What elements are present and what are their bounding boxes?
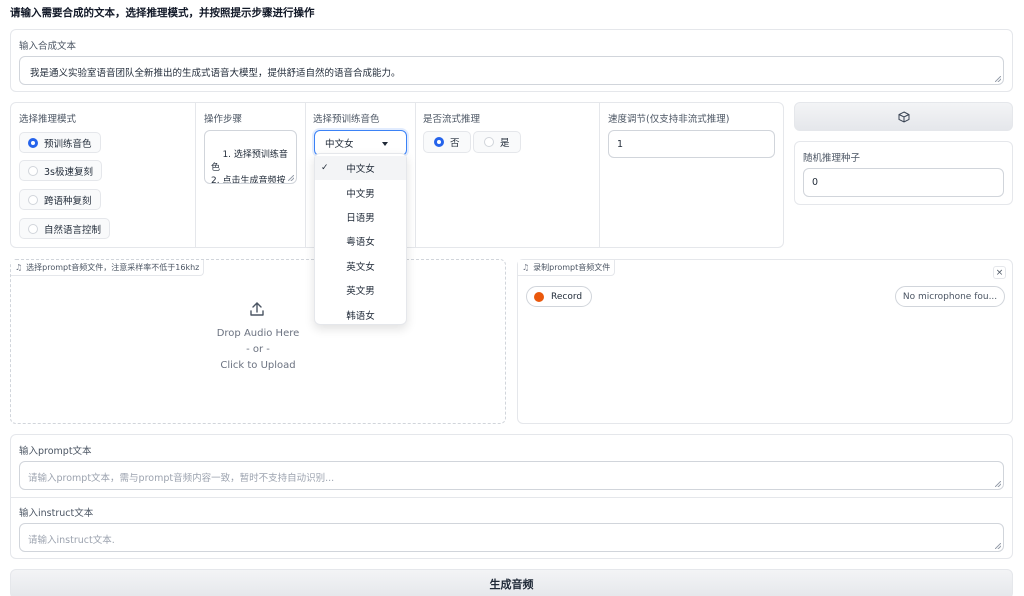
close-button[interactable]: ×: [993, 266, 1006, 279]
voice-option[interactable]: 日语男: [315, 205, 406, 229]
stream-label: 是否流式推理: [423, 114, 481, 125]
mode-option-3s-clone[interactable]: 3s极速复刻: [19, 160, 102, 181]
voice-option[interactable]: 韩语女: [315, 302, 406, 326]
generate-audio-label: 生成音频: [489, 578, 534, 591]
mode-option-cross-lingual[interactable]: 跨语种复刻: [19, 189, 101, 210]
voice-dropdown-menu: ✓ 中文女 中文男 日语男 粤语女 英文女 英文男 韩语女: [314, 153, 407, 325]
stream-option-yes[interactable]: 是: [473, 131, 521, 153]
voice-option[interactable]: 粤语女: [315, 229, 406, 253]
voice-option[interactable]: 英文女: [315, 254, 406, 278]
or-text: - or -: [246, 344, 270, 355]
record-audio-tag: ♫ 录制prompt音频文件: [518, 260, 616, 276]
check-icon: ✓: [321, 163, 329, 174]
seed-value: 0: [812, 177, 819, 188]
steps-textbox: 1. 选择预训练音色 2. 点击生成音频按钮: [204, 130, 297, 184]
resize-handle-icon[interactable]: [995, 76, 1001, 82]
radio-icon: [28, 223, 38, 234]
seed-label: 随机推理种子: [803, 153, 861, 164]
upload-audio-panel[interactable]: ♫ 选择prompt音频文件，注意采样率不低于16khz Drop Audio …: [10, 259, 506, 424]
click-upload-text: Click to Upload: [220, 360, 296, 371]
drop-audio-text: Drop Audio Here: [216, 328, 300, 339]
radio-icon: [28, 194, 38, 205]
radio-icon: [28, 165, 38, 176]
prompt-instruct-panel: 输入prompt文本 请输入prompt文本，需与prompt音频内容一致，暂时…: [10, 434, 1013, 559]
close-icon: ×: [995, 267, 1004, 278]
prompt-text-input[interactable]: 请输入prompt文本，需与prompt音频内容一致，暂时不支持自动识别...: [19, 461, 1004, 490]
random-seed-button[interactable]: [794, 102, 1013, 131]
voice-option[interactable]: ✓ 中文女: [315, 156, 406, 181]
tts-text-label: 输入合成文本: [19, 41, 77, 52]
caret-down-icon: [382, 142, 388, 146]
resize-handle-icon[interactable]: [995, 481, 1001, 487]
seed-panel: 随机推理种子 0: [794, 141, 1013, 205]
tts-text-input[interactable]: 我是通义实验室语音团队全新推出的生成式语音大模型，提供舒适自然的语音合成能力。: [19, 56, 1004, 85]
radio-icon: [484, 137, 494, 147]
upload-icon: [250, 302, 264, 316]
mode-option-pretrained[interactable]: 预训练音色: [19, 132, 101, 153]
instruct-text-input[interactable]: 请输入instruct文本.: [19, 523, 1004, 552]
mode-option-instruct[interactable]: 自然语言控制: [19, 218, 111, 239]
steps-value: 1. 选择预训练音色 2. 点击生成音频按钮: [211, 150, 288, 184]
steps-label: 操作步骤: [204, 114, 243, 125]
speed-value: 1: [617, 138, 624, 150]
speed-label: 速度调节(仅支持非流式推理): [608, 114, 730, 125]
prompt-text-label: 输入prompt文本: [19, 446, 92, 457]
music-note-icon: ♫: [15, 263, 23, 272]
page-title: 请输入需要合成的文本，选择推理模式，并按照提示步骤进行操作: [10, 7, 315, 19]
instruct-text-placeholder: 请输入instruct文本.: [28, 535, 115, 546]
voice-option[interactable]: 英文男: [315, 278, 406, 302]
instruct-text-label: 输入instruct文本: [19, 508, 94, 519]
voice-selected-value: 中文女: [325, 139, 354, 150]
seed-input[interactable]: 0: [803, 168, 1004, 197]
music-note-icon: ♫: [522, 263, 530, 272]
record-audio-panel: ♫ 录制prompt音频文件 × Record No microphone fo…: [517, 259, 1013, 424]
generate-audio-button[interactable]: 生成音频: [10, 569, 1013, 596]
upload-audio-tag: ♫ 选择prompt音频文件，注意采样率不低于16khz: [11, 260, 205, 276]
dice-icon: [898, 110, 909, 123]
stream-option-no[interactable]: 否: [423, 131, 471, 153]
record-dot-icon: [534, 291, 544, 302]
radio-checked-icon: [434, 137, 444, 147]
microphone-select[interactable]: No microphone fou...: [895, 286, 1005, 307]
voice-option[interactable]: 中文男: [315, 180, 406, 204]
speed-input[interactable]: 1: [608, 130, 775, 158]
tts-text-value: 我是通义实验室语音团队全新推出的生成式语音大模型，提供舒适自然的语音合成能力。: [30, 68, 401, 79]
radio-checked-icon: [28, 137, 38, 148]
voice-label: 选择预训练音色: [313, 114, 380, 125]
resize-handle-icon[interactable]: [288, 175, 294, 181]
prompt-text-placeholder: 请输入prompt文本，需与prompt音频内容一致，暂时不支持自动识别...: [28, 473, 335, 484]
mode-label: 选择推理模式: [19, 114, 77, 125]
tts-text-panel: 输入合成文本 我是通义实验室语音团队全新推出的生成式语音大模型，提供舒适自然的语…: [10, 29, 1013, 92]
resize-handle-icon[interactable]: [995, 543, 1001, 549]
record-button[interactable]: Record: [526, 286, 592, 307]
